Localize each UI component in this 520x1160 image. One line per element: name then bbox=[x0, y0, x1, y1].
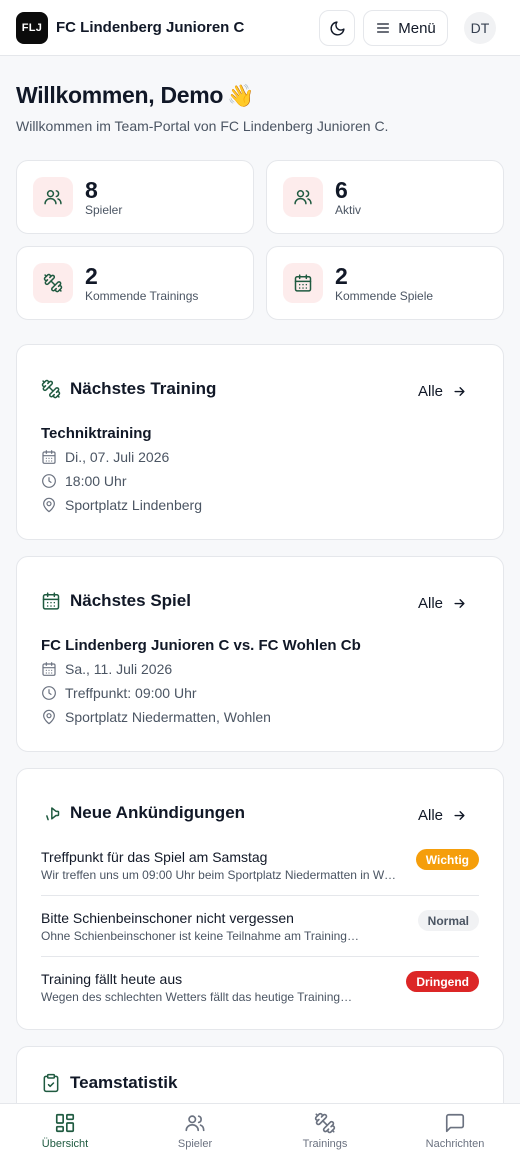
dumbbell-icon bbox=[33, 263, 73, 303]
divider bbox=[41, 956, 479, 957]
announcement-title: Treffpunkt für das Spiel am Samstag bbox=[41, 849, 268, 865]
menu-label: Menü bbox=[398, 19, 436, 37]
nav-label: Nachrichten bbox=[425, 1138, 485, 1150]
users-icon bbox=[184, 1112, 206, 1134]
stat-card-players[interactable]: 8 Spieler bbox=[16, 160, 254, 234]
announcement-body: Wegen des schlechten Wetters fällt das h… bbox=[41, 990, 353, 1004]
calendar-icon bbox=[41, 661, 57, 677]
announcements-card: Neue Ankündigungen Alle Treffpunkt für d… bbox=[16, 768, 504, 1030]
stat-value: 2 bbox=[85, 262, 98, 289]
stat-label: Kommende Trainings bbox=[85, 288, 199, 303]
location-text: Sportplatz Lindenberg bbox=[65, 497, 202, 513]
all-games-link[interactable]: Alle bbox=[418, 595, 467, 612]
dumbbell-icon bbox=[314, 1112, 336, 1134]
arrow-right-icon bbox=[452, 384, 467, 399]
announcement-body: Wir treffen uns um 09:00 Uhr beim Sportp… bbox=[41, 868, 401, 882]
dumbbell-icon bbox=[41, 379, 61, 399]
priority-badge: Dringend bbox=[406, 971, 479, 992]
card-title: Nächstes Training bbox=[70, 379, 217, 398]
game-name[interactable]: FC Lindenberg Junioren C vs. FC Wohlen C… bbox=[41, 637, 361, 654]
card-title: Nächstes Spiel bbox=[70, 591, 191, 610]
waving-hand-emoji: 👋 bbox=[227, 82, 255, 108]
welcome-subtitle: Willkommen im Team-Portal von FC Lindenb… bbox=[16, 118, 389, 134]
time-text: 18:00 Uhr bbox=[65, 473, 127, 489]
stat-label: Spieler bbox=[85, 202, 123, 217]
arrow-right-icon bbox=[452, 596, 467, 611]
game-date: Sa., 11. Juli 2026 bbox=[41, 661, 172, 677]
divider bbox=[41, 895, 479, 896]
announcement-body: Ohne Schienbeinschoner ist keine Teilnah… bbox=[41, 929, 359, 943]
stat-value: 8 bbox=[85, 176, 98, 203]
time-text: Treffpunkt: 09:00 Uhr bbox=[65, 685, 197, 701]
all-announcements-link[interactable]: Alle bbox=[418, 807, 467, 824]
stat-card-games[interactable]: 2 Kommende Spiele bbox=[266, 246, 504, 320]
all-link-label: Alle bbox=[417, 383, 443, 400]
users-icon bbox=[283, 177, 323, 217]
users-icon bbox=[33, 177, 73, 217]
card-title: Teamstatistik bbox=[70, 1073, 178, 1092]
announcement-item[interactable]: Bitte Schienbeinschoner nicht vergessen … bbox=[41, 910, 479, 943]
stat-card-active[interactable]: 6 Aktiv bbox=[266, 160, 504, 234]
training-date: Di., 07. Juli 2026 bbox=[41, 449, 169, 465]
clipboard-check-icon bbox=[41, 1073, 61, 1093]
nav-players[interactable]: Spieler bbox=[130, 1112, 260, 1150]
all-link-label: Alle bbox=[417, 807, 443, 824]
announcement-item[interactable]: Training fällt heute aus Wegen des schle… bbox=[41, 971, 479, 1004]
training-name[interactable]: Techniktraining bbox=[41, 425, 152, 442]
nav-trainings[interactable]: Trainings bbox=[260, 1112, 390, 1150]
megaphone-icon bbox=[41, 803, 61, 823]
map-pin-icon bbox=[41, 497, 57, 513]
clock-icon bbox=[41, 473, 57, 489]
nav-messages[interactable]: Nachrichten bbox=[390, 1112, 520, 1150]
training-time: 18:00 Uhr bbox=[41, 473, 126, 489]
avatar[interactable]: DT bbox=[464, 12, 496, 44]
menu-button[interactable]: Menü bbox=[363, 10, 448, 46]
message-icon bbox=[444, 1112, 466, 1134]
stat-card-trainings[interactable]: 2 Kommende Trainings bbox=[16, 246, 254, 320]
nav-label: Trainings bbox=[302, 1138, 348, 1150]
club-logo[interactable]: FLJ bbox=[16, 11, 48, 44]
calendar-icon bbox=[41, 449, 57, 465]
game-meeting-time: Treffpunkt: 09:00 Uhr bbox=[41, 685, 197, 701]
page-title: Willkommen, Demo 👋 bbox=[16, 82, 255, 109]
theme-toggle-button[interactable] bbox=[319, 10, 355, 46]
all-link-label: Alle bbox=[417, 595, 443, 612]
stat-label: Aktiv bbox=[335, 202, 362, 217]
announcement-title: Bitte Schienbeinschoner nicht vergessen bbox=[41, 910, 294, 926]
stat-value: 6 bbox=[335, 176, 348, 203]
date-text: Sa., 11. Juli 2026 bbox=[65, 661, 173, 677]
calendar-icon bbox=[283, 263, 323, 303]
calendar-icon bbox=[41, 591, 61, 611]
dashboard-icon bbox=[54, 1112, 76, 1134]
arrow-right-icon bbox=[452, 808, 467, 823]
nav-label: Spieler bbox=[177, 1138, 213, 1150]
training-location: Sportplatz Lindenberg bbox=[41, 497, 202, 513]
hamburger-icon bbox=[375, 20, 391, 36]
announcement-item[interactable]: Treffpunkt für das Spiel am Samstag Wir … bbox=[41, 849, 479, 882]
nav-label: Übersicht bbox=[41, 1138, 89, 1150]
clock-icon bbox=[41, 685, 57, 701]
location-text: Sportplatz Niedermatten, Wohlen bbox=[65, 709, 271, 725]
welcome-title-text: Willkommen, Demo bbox=[16, 82, 224, 108]
all-trainings-link[interactable]: Alle bbox=[418, 383, 467, 400]
date-text: Di., 07. Juli 2026 bbox=[65, 449, 170, 465]
map-pin-icon bbox=[41, 709, 57, 725]
next-training-card: Nächstes Training Alle Techniktraining D… bbox=[16, 344, 504, 540]
bottom-nav: Übersicht Spieler Trainings Nachrichten bbox=[0, 1103, 520, 1160]
club-name[interactable]: FC Lindenberg Junioren C bbox=[56, 19, 244, 36]
game-location: Sportplatz Niedermatten, Wohlen bbox=[41, 709, 271, 725]
next-game-card: Nächstes Spiel Alle FC Lindenberg Junior… bbox=[16, 556, 504, 752]
priority-badge: Wichtig bbox=[415, 849, 479, 870]
nav-overview[interactable]: Übersicht bbox=[0, 1112, 130, 1150]
stat-label: Kommende Spiele bbox=[335, 288, 434, 303]
top-bar: FLJ FC Lindenberg Junioren C Menü DT bbox=[0, 0, 520, 56]
priority-badge: Normal bbox=[417, 910, 479, 931]
moon-icon bbox=[329, 20, 346, 37]
stat-value: 2 bbox=[335, 262, 348, 289]
card-title: Neue Ankündigungen bbox=[70, 803, 246, 822]
